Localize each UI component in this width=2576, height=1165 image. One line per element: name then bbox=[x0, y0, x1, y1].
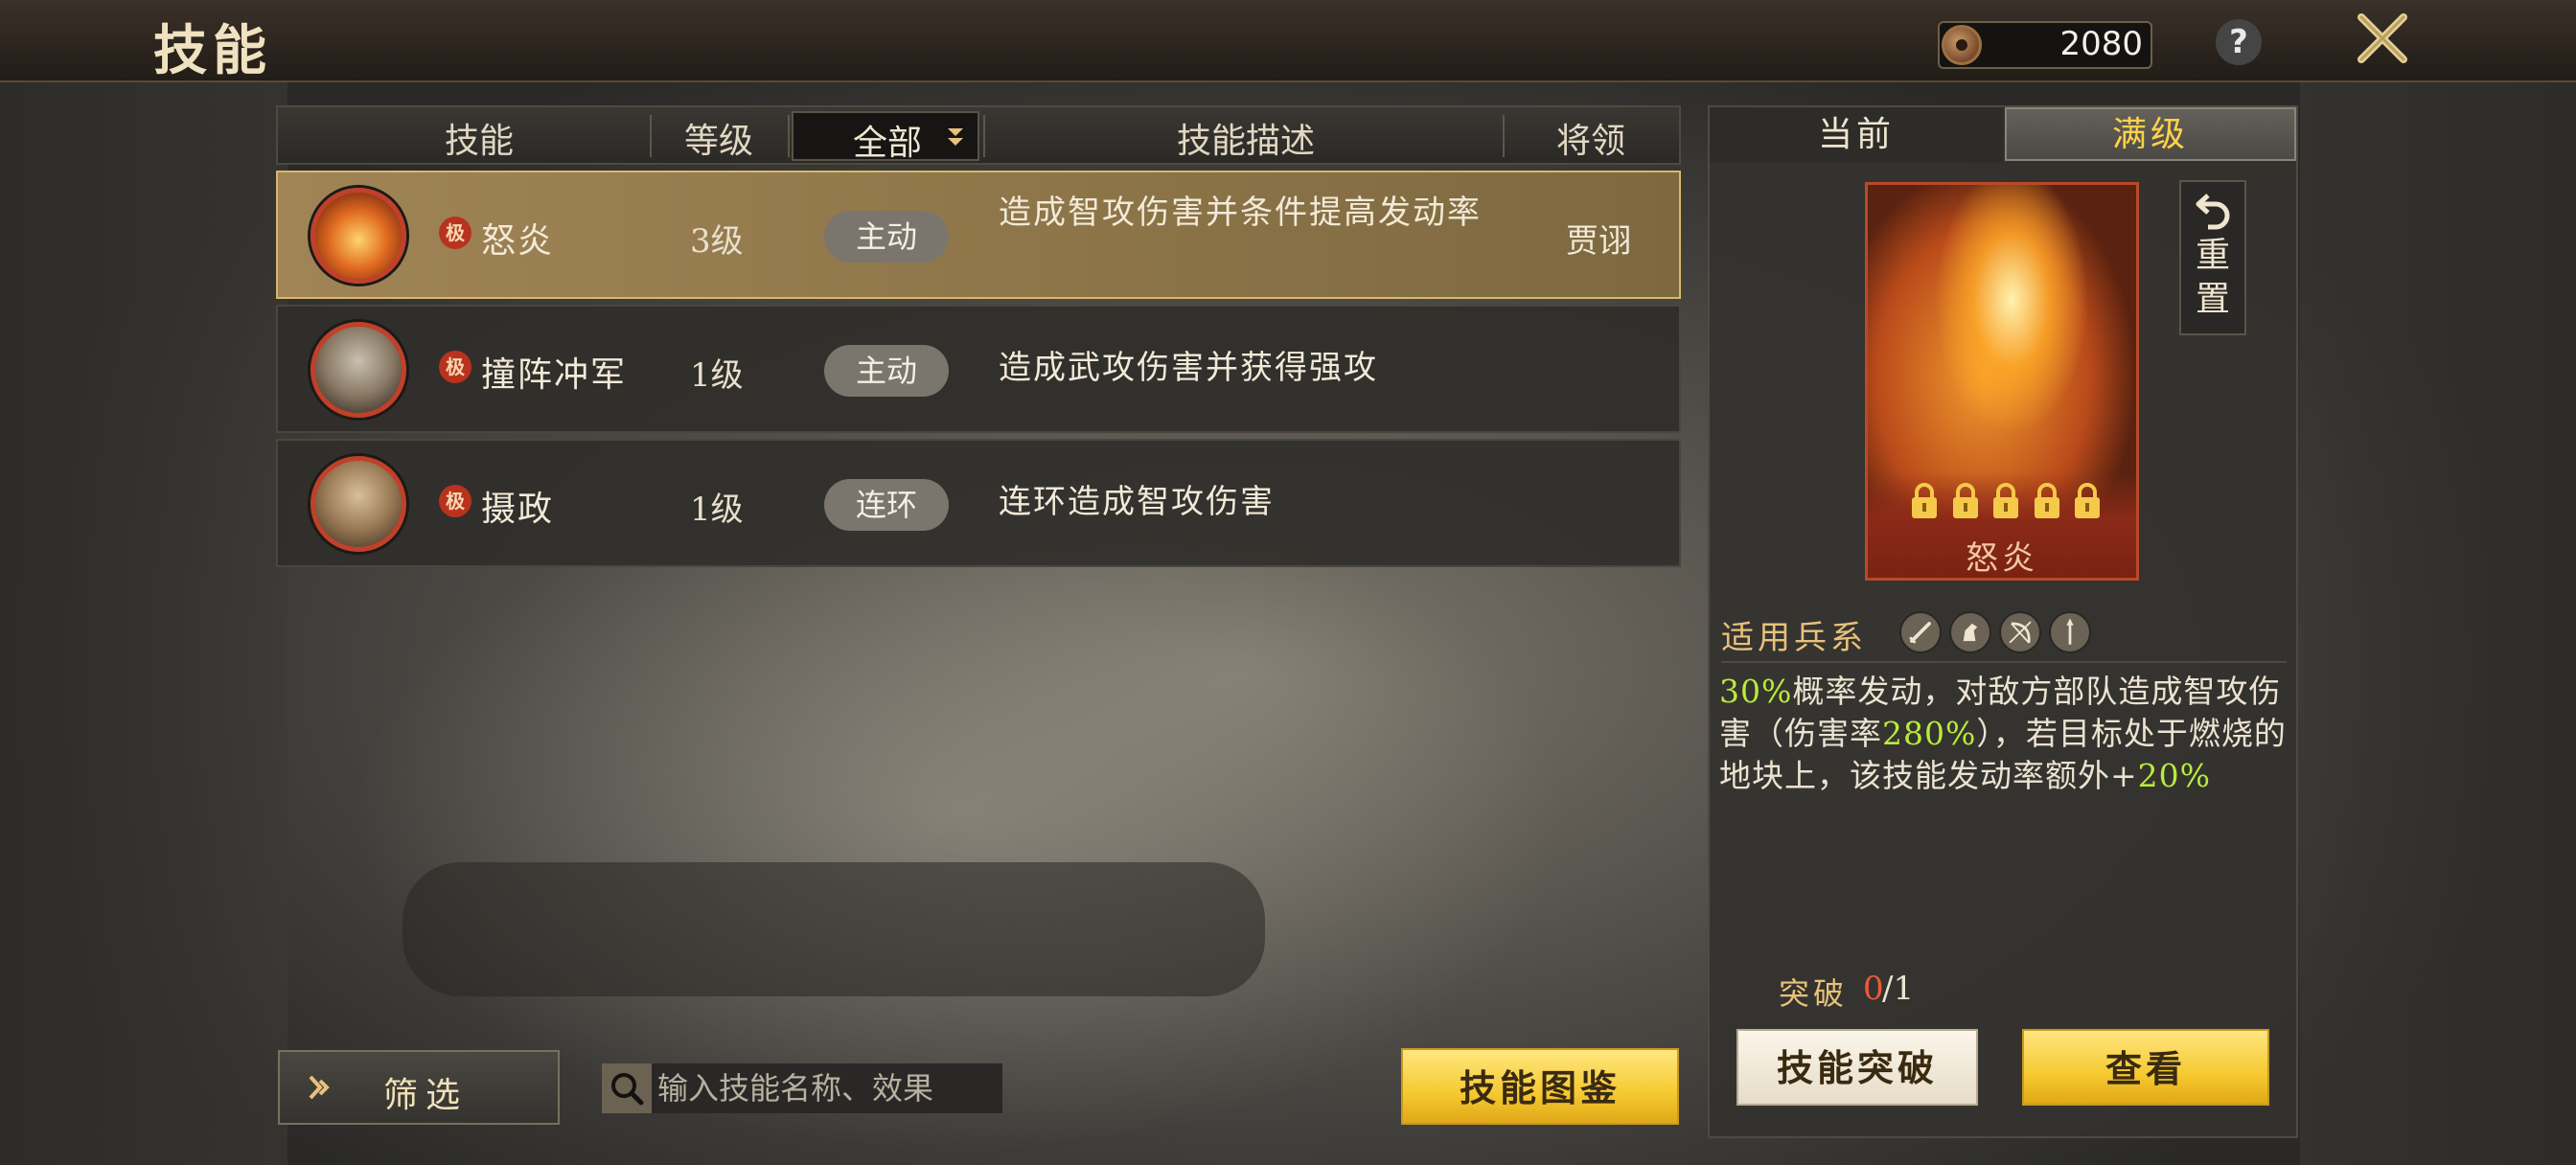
lock-row bbox=[1908, 482, 2104, 520]
rank-badge: 极 bbox=[439, 217, 472, 249]
skill-name: 怒炎 bbox=[481, 221, 555, 261]
skill-breakthrough-button[interactable]: 技能突破 bbox=[1736, 1029, 1978, 1106]
column-skill[interactable]: 技能 bbox=[422, 113, 537, 163]
skill-row[interactable]: 极 撞阵冲军 1级 主动 造成武攻伤害并获得强攻 bbox=[276, 305, 1681, 433]
filter-button-label: 筛选 bbox=[383, 1076, 469, 1115]
skill-description: 连环造成智攻伤害 bbox=[999, 483, 1275, 521]
column-general[interactable]: 将领 bbox=[1533, 113, 1648, 163]
close-icon[interactable] bbox=[2354, 10, 2411, 67]
skill-type-badge: 连环 bbox=[824, 479, 949, 531]
skill-icon bbox=[310, 322, 406, 418]
skill-icon bbox=[310, 188, 406, 284]
reset-label: 重置 bbox=[2195, 236, 2230, 319]
column-level[interactable]: 等级 bbox=[661, 113, 776, 163]
arrow-right-icon bbox=[309, 1075, 330, 1100]
type-filter-value: 全部 bbox=[852, 124, 922, 163]
rank-badge: 极 bbox=[439, 351, 472, 383]
lock-icon bbox=[1993, 483, 2018, 518]
help-icon[interactable]: ? bbox=[2216, 19, 2262, 65]
effect-bonus: 20% bbox=[2137, 757, 2212, 794]
lock-icon bbox=[1952, 483, 1978, 518]
lock-icon bbox=[2034, 483, 2059, 518]
breakthrough-label: 突破 bbox=[1779, 975, 1849, 1012]
rank-badge: 极 bbox=[439, 485, 472, 517]
skill-type-badge: 主动 bbox=[824, 211, 949, 263]
background-wall-left bbox=[0, 82, 288, 1165]
skill-level: 1级 bbox=[690, 356, 744, 395]
currency-value: 2080 bbox=[2059, 25, 2143, 63]
background-wall-right bbox=[2300, 82, 2576, 1165]
skill-general: 贾诩 bbox=[1566, 222, 1631, 261]
page-title: 技能 bbox=[153, 19, 272, 82]
breakthrough-max: /1 bbox=[1882, 970, 1915, 1008]
column-divider bbox=[788, 115, 790, 157]
effect-chance: 30% bbox=[1719, 673, 1793, 710]
card-skill-name: 怒炎 bbox=[1966, 539, 2038, 578]
skill-effect-text: 30%概率发动，对敌方部队造成智攻伤害（伤害率280%），若目标处于燃烧的地块上… bbox=[1719, 671, 2288, 797]
skill-row[interactable]: 极 怒炎 3级 主动 造成智攻伤害并条件提高发动率 贾诩 bbox=[276, 171, 1681, 299]
view-button[interactable]: 查看 bbox=[2022, 1029, 2269, 1106]
coin-icon bbox=[1942, 25, 1982, 65]
skill-card-image: 怒炎 bbox=[1865, 182, 2139, 581]
search-input[interactable] bbox=[652, 1063, 1002, 1113]
lock-icon bbox=[2075, 483, 2100, 518]
troop-type-label: 适用兵系 bbox=[1721, 619, 1867, 657]
undo-icon bbox=[2196, 194, 2230, 230]
skill-icon bbox=[310, 456, 406, 552]
skill-type-badge: 主动 bbox=[824, 345, 949, 397]
chevron-down-icon bbox=[948, 128, 963, 146]
skill-level: 1级 bbox=[690, 491, 744, 529]
background-table bbox=[402, 862, 1265, 996]
column-divider bbox=[650, 115, 652, 157]
skill-description: 造成智攻伤害并条件提高发动率 bbox=[999, 194, 1482, 232]
divider bbox=[1721, 661, 2287, 663]
tab-max-level[interactable]: 满级 bbox=[2005, 107, 2296, 161]
horse-icon bbox=[1949, 611, 1991, 653]
column-divider bbox=[1503, 115, 1505, 157]
bow-icon bbox=[1999, 611, 2041, 653]
skill-catalog-button[interactable]: 技能图鉴 bbox=[1401, 1048, 1679, 1125]
column-description[interactable]: 技能描述 bbox=[1131, 113, 1361, 163]
skill-name: 摄政 bbox=[481, 490, 555, 529]
column-divider bbox=[983, 115, 985, 157]
breakthrough-current: 0 bbox=[1863, 970, 1884, 1008]
skill-row[interactable]: 极 摄政 1级 连环 连环造成智攻伤害 bbox=[276, 439, 1681, 567]
lock-icon bbox=[1912, 483, 1937, 518]
search-icon[interactable] bbox=[608, 1069, 646, 1108]
skill-description: 造成武攻伤害并获得强攻 bbox=[999, 349, 1378, 387]
top-bar bbox=[0, 0, 2576, 82]
sword-icon bbox=[1899, 611, 1942, 653]
troop-type-icons bbox=[1899, 611, 2091, 653]
skill-level: 3级 bbox=[690, 222, 744, 261]
skill-name: 撞阵冲军 bbox=[481, 355, 628, 395]
effect-damage-rate: 280% bbox=[1882, 715, 1977, 752]
spear-icon bbox=[2049, 611, 2091, 653]
tab-current[interactable]: 当前 bbox=[1710, 107, 2003, 163]
